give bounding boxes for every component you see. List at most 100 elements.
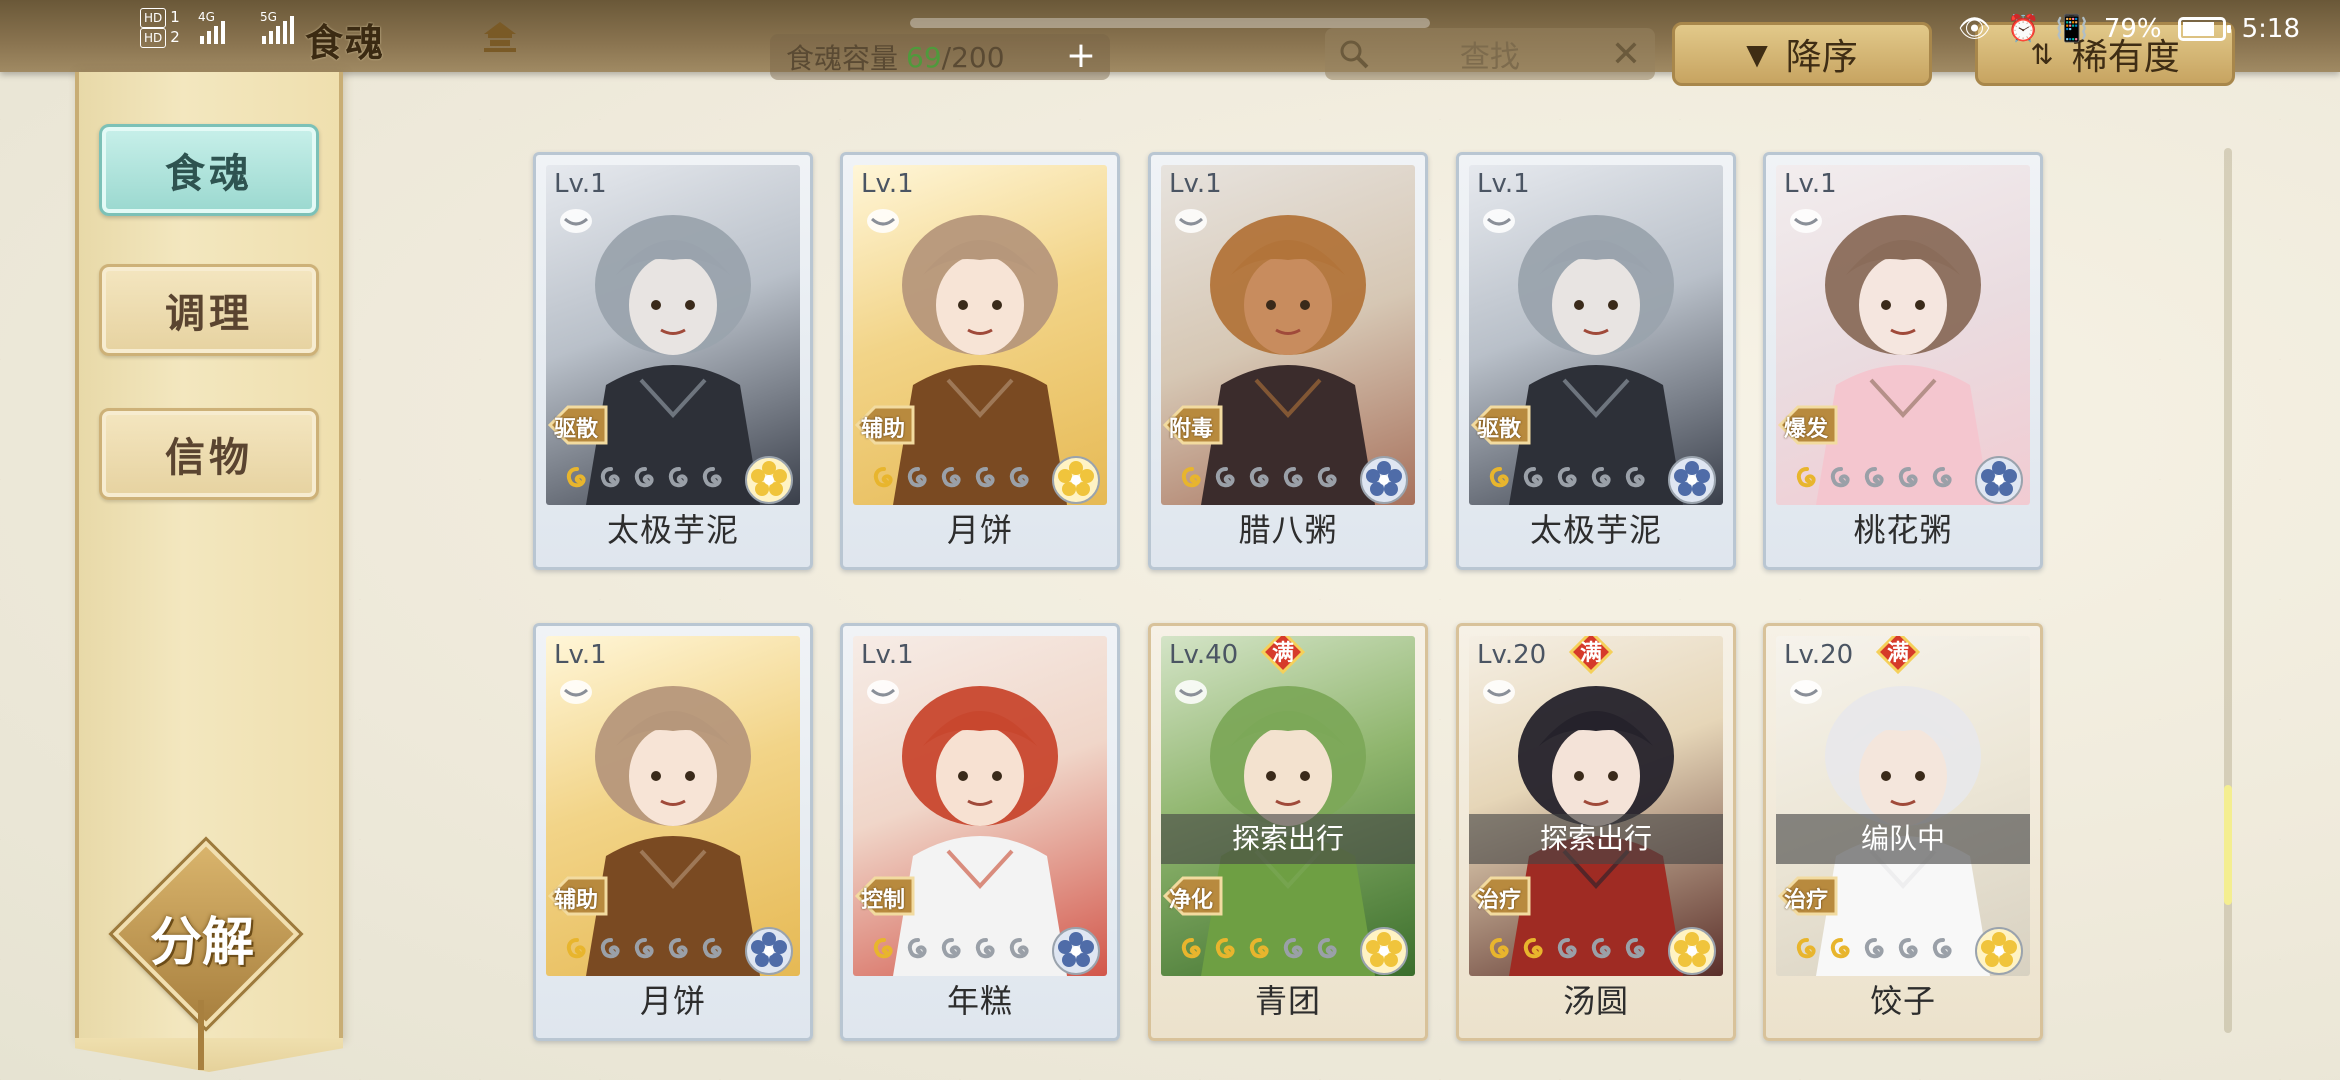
food-soul-card[interactable]: Lv.1 驱散 太极芋泥 <box>533 152 813 570</box>
signal-icon: 5G <box>260 10 294 44</box>
svg-text:满: 满 <box>1272 641 1294 666</box>
bowl-icon <box>1175 680 1207 704</box>
capacity-label: 食魂容量 <box>786 42 899 75</box>
tab-tokens[interactable]: 信物 <box>99 408 319 500</box>
level-label: Lv.40 <box>1169 640 1239 670</box>
bowl-icon <box>1790 680 1822 704</box>
status-band: 探索出行 <box>1161 814 1415 864</box>
tab-seasoning[interactable]: 调理 <box>99 264 319 356</box>
star-icon <box>937 465 967 495</box>
star-icon <box>630 936 660 966</box>
clock-time: 5:18 <box>2241 14 2300 44</box>
search-icon <box>1340 40 1369 69</box>
capacity-max: /200 <box>941 40 1005 74</box>
page-title: 食魂 <box>305 21 386 65</box>
food-soul-card[interactable]: Lv.1 驱散 太极芋泥 <box>1456 152 1736 570</box>
level-label: Lv.1 <box>554 169 607 199</box>
food-soul-card[interactable]: Lv.40 满 探索出行 净化 青团 <box>1148 623 1428 1041</box>
star-rating <box>1792 936 1958 966</box>
star-icon <box>1792 465 1822 495</box>
flower-emblem-icon <box>745 927 793 975</box>
character-portrait: Lv.1 爆发 <box>1776 165 2030 505</box>
max-level-badge: 满 <box>1569 636 1613 674</box>
character-portrait: Lv.1 辅助 <box>853 165 1107 505</box>
star-icon <box>1860 465 1890 495</box>
food-soul-card[interactable]: Lv.1 控制 年糕 <box>840 623 1120 1041</box>
flower-emblem-icon <box>1975 456 2023 504</box>
sim-label: 1 <box>170 8 180 26</box>
star-icon <box>1928 936 1958 966</box>
tab-food-souls[interactable]: 食魂 <box>99 124 319 216</box>
network-label: 5G <box>260 10 277 24</box>
star-icon <box>1826 936 1856 966</box>
star-icon <box>869 936 899 966</box>
tab-label: 信物 <box>165 435 253 481</box>
role-label: 附毒 <box>1168 417 1213 442</box>
star-icon <box>1485 465 1515 495</box>
star-icon <box>1553 465 1583 495</box>
food-soul-name: 青团 <box>1254 982 1321 1020</box>
home-icon[interactable] <box>480 18 520 54</box>
star-icon <box>1211 465 1241 495</box>
star-rating <box>562 936 728 966</box>
bowl-icon <box>1483 209 1515 233</box>
add-capacity-button[interactable]: + <box>1062 38 1100 76</box>
role-label: 爆发 <box>1783 417 1828 442</box>
food-soul-card[interactable]: Lv.1 辅助 月饼 <box>533 623 813 1041</box>
food-soul-name: 年糕 <box>946 982 1013 1020</box>
character-portrait: Lv.1 辅助 <box>546 636 800 976</box>
food-soul-name: 月饼 <box>946 511 1013 549</box>
alarm-icon: ⏰ <box>2007 14 2040 44</box>
status-band: 编队中 <box>1776 814 2030 864</box>
character-portrait: Lv.1 附毒 <box>1161 165 1415 505</box>
decompose-label[interactable]: 分解 <box>120 900 284 975</box>
star-icon <box>698 936 728 966</box>
star-icon <box>1245 936 1275 966</box>
sort-order-button[interactable]: ▼ 降序 <box>1672 22 1932 86</box>
top-indicator-bar <box>910 18 1430 28</box>
level-label: Lv.1 <box>1784 169 1837 199</box>
food-soul-card[interactable]: Lv.20 满 探索出行 治疗 汤圆 <box>1456 623 1736 1041</box>
star-icon <box>1894 465 1924 495</box>
star-icon <box>1553 936 1583 966</box>
star-icon <box>1005 936 1035 966</box>
food-soul-card[interactable]: Lv.1 附毒 腊八粥 <box>1148 152 1428 570</box>
search-box[interactable]: 查找 ✕ <box>1325 28 1655 80</box>
role-label: 驱散 <box>553 417 598 442</box>
food-soul-card[interactable]: Lv.20 满 编队中 治疗 饺子 <box>1763 623 2043 1041</box>
level-label: Lv.20 <box>1784 640 1854 670</box>
capacity-current: 69 <box>906 40 942 74</box>
sort-order-label: 降序 <box>1785 37 1858 78</box>
bowl-icon <box>560 680 592 704</box>
star-icon <box>1792 936 1822 966</box>
star-icon <box>1860 936 1890 966</box>
food-soul-name: 桃花粥 <box>1853 511 1953 549</box>
role-label: 治疗 <box>1476 888 1521 913</box>
signal-icon: 4G <box>198 10 225 44</box>
level-label: Lv.1 <box>1477 169 1530 199</box>
star-rating <box>1485 936 1651 966</box>
star-rating <box>1485 465 1651 495</box>
star-icon <box>1894 936 1924 966</box>
food-soul-card[interactable]: Lv.1 爆发 桃花粥 <box>1763 152 2043 570</box>
character-portrait: Lv.20 满 编队中 治疗 <box>1776 636 2030 976</box>
star-icon <box>1313 936 1343 966</box>
star-icon <box>1519 936 1549 966</box>
star-icon <box>1485 936 1515 966</box>
flower-emblem-icon <box>1668 927 1716 975</box>
star-icon <box>698 465 728 495</box>
star-icon <box>1177 936 1207 966</box>
capacity-display: 食魂容量 69 /200 + <box>770 34 1110 80</box>
flower-emblem-icon <box>1052 456 1100 504</box>
battery-icon <box>2177 17 2231 41</box>
status-band: 探索出行 <box>1469 814 1723 864</box>
role-label: 辅助 <box>860 417 905 442</box>
max-level-badge: 满 <box>1876 636 1920 674</box>
search-input[interactable]: 查找 <box>1369 32 1611 76</box>
vibrate-icon: 📳 <box>2055 14 2088 44</box>
scrollbar-thumb[interactable] <box>2224 785 2232 905</box>
food-soul-card[interactable]: Lv.1 辅助 月饼 <box>840 152 1120 570</box>
role-label: 治疗 <box>1783 888 1828 913</box>
clear-search-icon[interactable]: ✕ <box>1611 34 1641 75</box>
flower-emblem-icon <box>1052 927 1100 975</box>
